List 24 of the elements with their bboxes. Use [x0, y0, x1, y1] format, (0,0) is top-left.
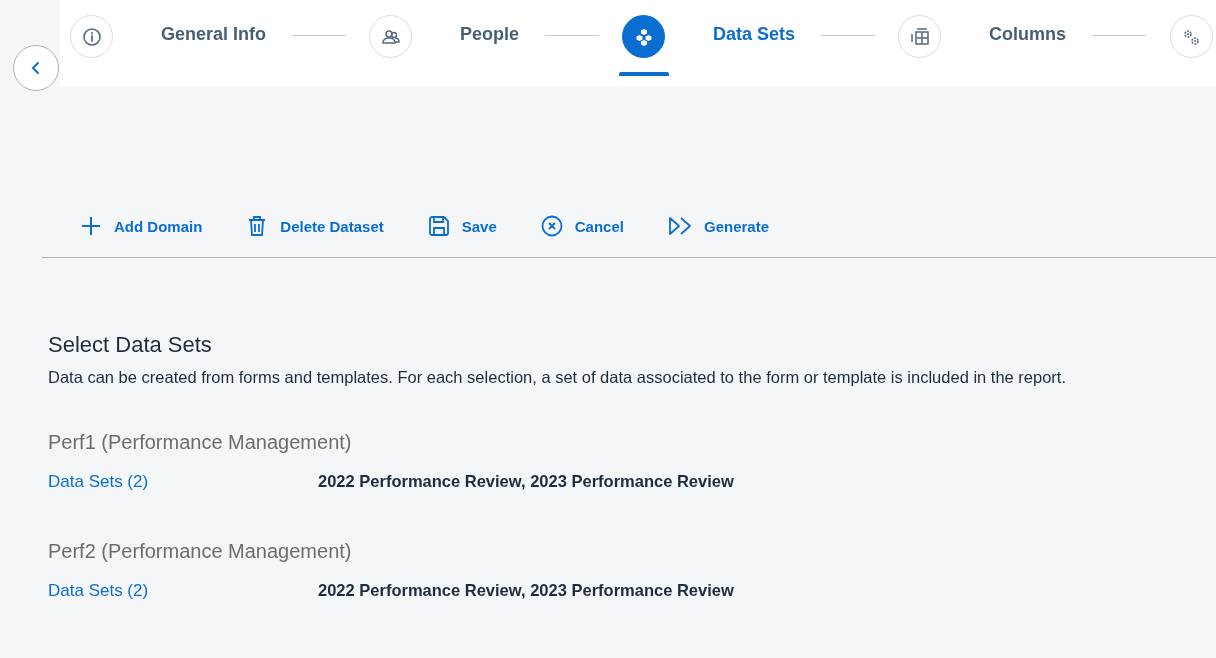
cancel-icon [540, 215, 563, 237]
step-label[interactable]: General Info [160, 24, 266, 45]
toolbar-button[interactable]: Cancel [530, 209, 634, 243]
group-title: Perf1 (Performance Management) [48, 431, 353, 454]
step-button[interactable] [622, 15, 666, 58]
double-arrow-icon [668, 215, 692, 237]
table-icon [910, 26, 930, 47]
step-label[interactable]: Columns [989, 24, 1066, 45]
plus-icon [80, 215, 102, 237]
toolbar-button[interactable]: Save [417, 209, 507, 243]
toolbar-button[interactable]: Add Domain [70, 209, 213, 243]
data-sets-link[interactable]: Data Sets (2) [48, 581, 318, 601]
data-sets-value: 2022 Performance Review, 2023 Performance Review [318, 472, 734, 491]
step-label[interactable]: Data Sets [712, 24, 795, 45]
save-icon [427, 215, 450, 237]
data-sets-value: 2022 Performance Review, 2023 Performance Review [318, 581, 734, 600]
toolbar-button[interactable]: Generate [658, 209, 780, 243]
section-title: Select Data Sets [48, 332, 213, 358]
step-label[interactable]: People [459, 24, 519, 45]
group-title: Perf2 (Performance Management) [48, 540, 353, 563]
info-icon [81, 26, 102, 47]
section-description: Data can be created from forms and templates. For each selection, a set of data associated to the form or template is included in the report. [48, 368, 1068, 387]
toolbar-button[interactable]: Delete Dataset [236, 209, 394, 243]
data-sets-link[interactable]: Data Sets (2) [48, 472, 318, 492]
